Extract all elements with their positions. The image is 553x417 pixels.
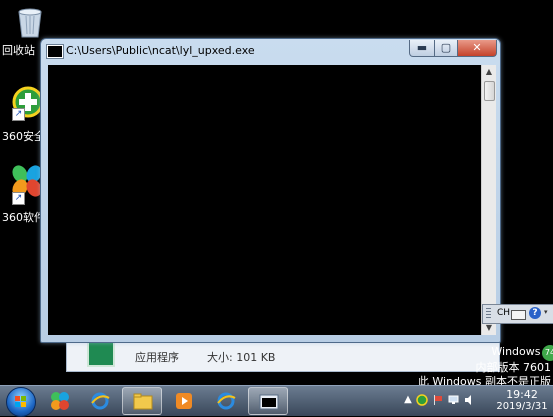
volume-tray-icon[interactable] — [464, 394, 476, 406]
taskbar: ▲ — [0, 385, 553, 417]
options-icon[interactable]: ▾ — [544, 308, 552, 318]
window-title: C:\Users\Public\ncat\lyl_upxed.exe — [66, 44, 255, 57]
maximize-button[interactable]: ▢ — [434, 40, 458, 57]
internet-explorer-icon — [91, 392, 110, 410]
media-player-taskbar-button[interactable] — [164, 387, 204, 415]
windows-logo-icon — [15, 396, 27, 408]
keyboard-icon[interactable] — [511, 310, 526, 320]
media-player-icon — [176, 393, 192, 409]
360-taskbar-button[interactable] — [40, 387, 80, 415]
console-taskbar-button[interactable] — [248, 387, 288, 415]
clock-date[interactable]: 2019/3/31 — [491, 401, 553, 412]
vertical-scrollbar[interactable]: ▲ ▼ — [481, 65, 496, 335]
flag-tray-icon[interactable] — [432, 394, 444, 406]
show-hidden-icons[interactable]: ▲ — [402, 394, 414, 406]
minimize-button[interactable]: ▬ — [409, 40, 435, 57]
side-badge[interactable]: 74 — [542, 345, 553, 361]
internet-explorer-icon — [217, 392, 236, 410]
grip-handle[interactable] — [486, 308, 491, 319]
scroll-up-icon[interactable]: ▲ — [482, 65, 496, 79]
trash-icon — [18, 8, 42, 38]
console-window[interactable]: C:\Users\Public\ncat\lyl_upxed.exe ▬ ▢ ✕… — [40, 38, 501, 343]
console-window-icon — [259, 394, 279, 410]
360-flower-icon — [51, 392, 69, 410]
folder-icon — [133, 393, 153, 410]
recycle-bin-label: 回收站 — [2, 44, 35, 57]
language-bar[interactable]: CH ? ▾ — [482, 304, 553, 324]
help-icon[interactable]: ? — [529, 307, 541, 319]
language-indicator[interactable]: CH — [497, 308, 510, 318]
start-button[interactable] — [6, 387, 36, 417]
maximize-icon: ▢ — [440, 41, 452, 54]
shortcut-arrow-icon: ↗ — [12, 192, 25, 205]
file-type-text: 应用程序 — [135, 351, 179, 364]
console-output-area[interactable] — [48, 65, 481, 335]
console-app-icon[interactable] — [47, 45, 63, 58]
minimize-icon: ▬ — [416, 41, 428, 54]
scroll-thumb[interactable] — [484, 81, 495, 101]
title-bar[interactable]: C:\Users\Public\ncat\lyl_upxed.exe ▬ ▢ ✕ — [41, 39, 500, 61]
network-tray-icon[interactable] — [448, 394, 460, 406]
close-button[interactable]: ✕ — [457, 40, 497, 57]
explorer-taskbar-button[interactable] — [122, 387, 162, 415]
clock-time[interactable]: 19:42 — [497, 388, 547, 401]
shortcut-arrow-icon: ↗ — [12, 108, 25, 121]
ie2-taskbar-button[interactable] — [206, 387, 246, 415]
360-tray-icon[interactable] — [416, 394, 428, 406]
ie-taskbar-button[interactable] — [80, 387, 120, 415]
close-icon: ✕ — [472, 41, 482, 54]
file-size-text: 大小: 101 KB — [207, 351, 276, 364]
